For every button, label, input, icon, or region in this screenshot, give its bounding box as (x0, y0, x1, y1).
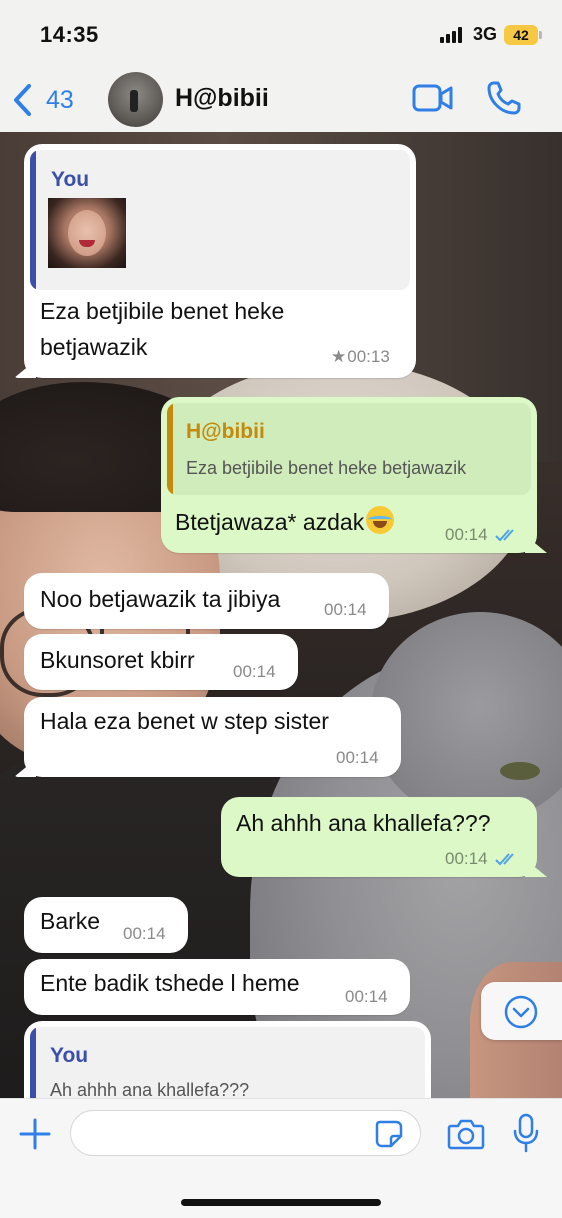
quote-text: Eza betjibile benet heke betjawazik (186, 458, 467, 478)
message-time: 00:14 (445, 525, 488, 544)
message-text: Bkunsoret kbirr (40, 647, 195, 673)
contact-avatar[interactable] (108, 72, 163, 127)
message-time: 00:14 (445, 849, 488, 868)
message-bubble-outgoing[interactable]: Ah ahhh ana khallefa??? 00:14 (221, 797, 547, 877)
message-time: 00:14 (345, 987, 388, 1006)
quote-bar (30, 150, 36, 290)
message-time: 00:13 (347, 347, 390, 366)
message-text: Noo betjawazik ta jibiya (40, 586, 281, 612)
top-bar: 14:35 3G 42 43 H@bibii (0, 0, 562, 132)
message-bubble-incoming[interactable]: Bkunsoret kbirr 00:14 (24, 634, 298, 690)
quoted-reply[interactable]: H@bibii Eza betjibile benet heke betjawa… (167, 403, 531, 495)
camera-icon[interactable] (447, 1117, 485, 1151)
scroll-down-button[interactable] (481, 982, 562, 1040)
star-icon: ★ (331, 347, 347, 366)
message-meta: 00:14 (445, 849, 520, 869)
cellular-signal-icon (440, 27, 466, 43)
plus-icon[interactable] (18, 1117, 52, 1151)
wallpaper-cat-eye (500, 762, 540, 780)
message-meta: ★ 00:13 (331, 347, 390, 367)
message-time: 00:14 (324, 600, 367, 619)
quote-bar (167, 403, 173, 495)
battery-nub (539, 31, 542, 39)
message-bubble-incoming[interactable]: Ente badik tshede l heme 00:14 (24, 959, 410, 1015)
contact-name[interactable]: H@bibii (175, 84, 269, 113)
message-text: Eza betjibile benet heke (40, 298, 285, 324)
network-type: 3G (473, 24, 498, 44)
message-text: Ente badik tshede l heme (40, 970, 300, 996)
message-bubble-incoming[interactable]: Hala eza benet w step sister 00:14 (14, 697, 401, 777)
message-input[interactable] (70, 1110, 421, 1156)
quoted-reply[interactable]: You (30, 150, 410, 290)
message-text: Ah ahhh ana khallefa??? (236, 810, 491, 836)
avatar-figure (130, 90, 138, 112)
message-bubble-incoming[interactable]: Noo betjawazik ta jibiya 00:14 (24, 573, 389, 629)
back-button[interactable]: 43 (12, 80, 92, 120)
phone-icon[interactable] (486, 80, 522, 116)
message-text: Barke (40, 908, 101, 934)
laughing-emoji-icon (366, 506, 395, 534)
quote-author: You (50, 1044, 89, 1067)
message-text-content: Btetjawaza* azdak (175, 509, 365, 535)
double-check-icon (494, 529, 514, 542)
sticker-icon[interactable] (374, 1119, 404, 1149)
quote-author: H@bibii (186, 420, 265, 443)
quote-author: You (51, 168, 90, 191)
double-check-icon (494, 853, 514, 866)
battery-level: 42 (513, 27, 529, 43)
message-bubble-incoming[interactable]: You Eza betjibile benet heke betjawazik … (14, 144, 416, 378)
message-bubble-outgoing[interactable]: H@bibii Eza betjibile benet heke betjawa… (161, 397, 547, 553)
message-text-line2: betjawazik (40, 334, 148, 360)
composer-bar (0, 1098, 562, 1218)
message-text: Hala eza benet w step sister (40, 708, 329, 734)
message-bubble-incoming[interactable]: Barke 00:14 (24, 897, 188, 953)
scroll-down-icon (504, 995, 538, 1029)
back-chevron-icon (14, 84, 31, 116)
message-time: 00:14 (336, 748, 379, 767)
message-time: 00:14 (123, 924, 166, 943)
message-time: 00:14 (233, 662, 276, 681)
video-call-icon[interactable] (412, 82, 454, 114)
thumbnail-face (68, 210, 106, 256)
unread-count: 43 (46, 85, 74, 114)
status-time: 14:35 (40, 22, 99, 47)
home-indicator[interactable] (181, 1199, 381, 1206)
microphone-icon[interactable] (512, 1113, 540, 1153)
message-meta: 00:14 (445, 525, 520, 545)
quoted-image-thumbnail[interactable] (48, 198, 126, 268)
battery-icon: 42 (504, 25, 538, 45)
message-text: Btetjawaza* azdak (175, 504, 395, 540)
